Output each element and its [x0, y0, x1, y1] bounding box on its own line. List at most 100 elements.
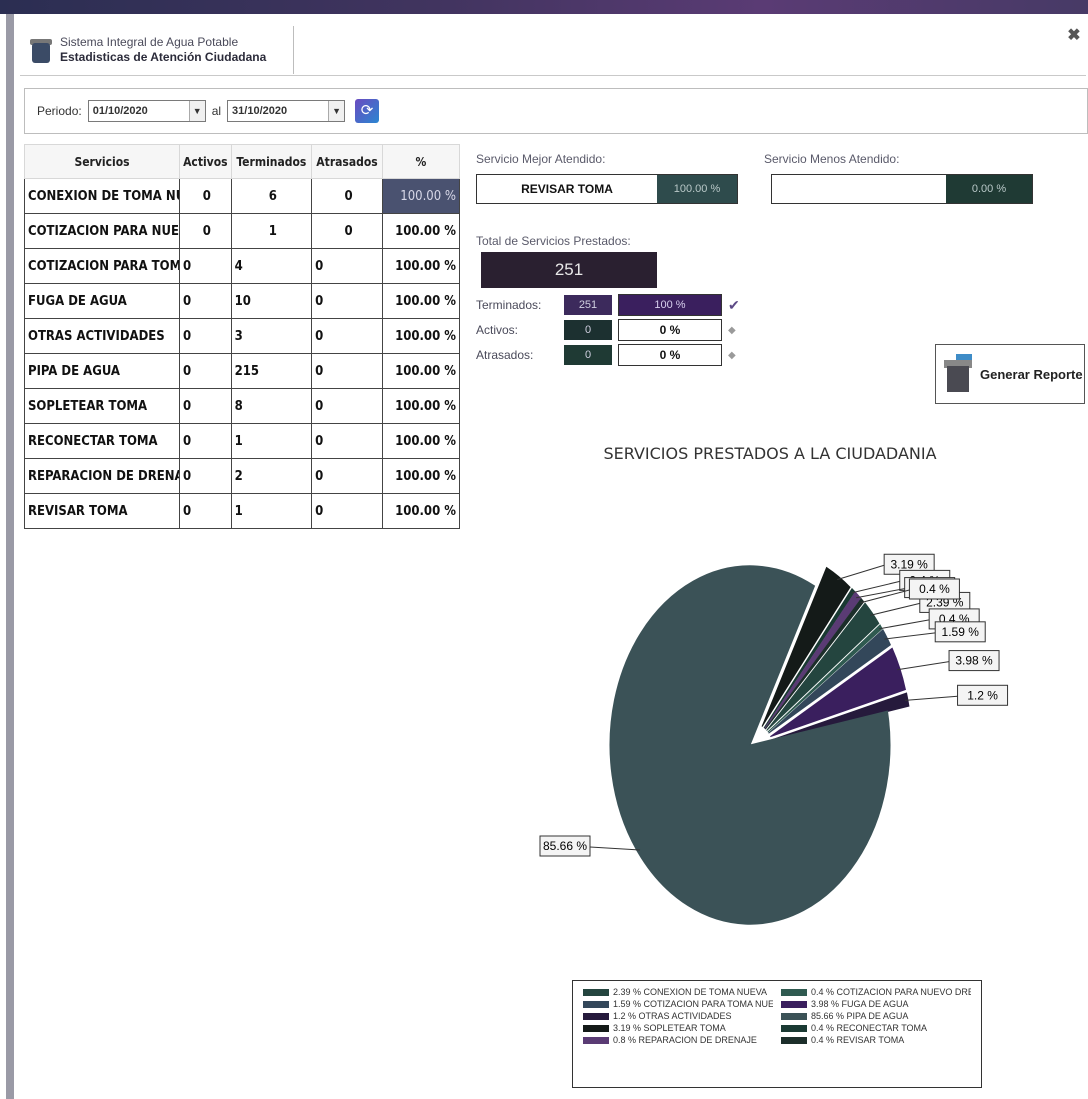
legend-label: 1.2 % OTRAS ACTIVIDADES	[613, 1011, 732, 1021]
table-row[interactable]: PIPA DE AGUA 0 215 0 100.00 %	[24, 353, 461, 389]
cell-terminados: 4	[230, 248, 313, 284]
column-header-pct[interactable]: %	[381, 144, 461, 179]
legend-item: 0.4 % COTIZACION PARA NUEVO DRENAJE	[781, 987, 971, 997]
cell-activos: 0	[179, 458, 232, 494]
cell-atrasados: 0	[311, 318, 383, 354]
legend-label: 3.19 % SOPLETEAR TOMA	[613, 1023, 726, 1033]
pie-label-leader	[870, 602, 920, 616]
legend-item: 3.98 % FUGA DE AGUA	[781, 999, 971, 1009]
legend-item: 85.66 % PIPA DE AGUA	[781, 1011, 971, 1021]
table-row[interactable]: COTIZACION PARA NUEVO DRENAJE 0 1 0 100.…	[24, 213, 461, 249]
cell-activos: 0	[179, 493, 232, 529]
cell-servicio: PIPA DE AGUA	[24, 353, 180, 389]
pie-data-label: 85.66 %	[543, 839, 587, 853]
cell-activos: 0	[179, 423, 232, 459]
pie-data-label: 3.98 %	[955, 654, 993, 668]
close-icon[interactable]: ✖	[1066, 28, 1082, 44]
table-row[interactable]: CONEXION DE TOMA NUEVA 0 6 0 100.00 %	[24, 178, 461, 214]
pie-data-label: 1.59 %	[942, 625, 980, 639]
best-service-box: REVISAR TOMA 100.00 %	[476, 174, 738, 204]
cell-servicio: COTIZACION PARA TOMA NUEVA	[24, 248, 180, 284]
table-row[interactable]: REPARACION DE DRENAJE 0 2 0 100.00 %	[24, 458, 461, 494]
cell-pct: 100.00 %	[381, 423, 461, 459]
cell-activos: 0	[179, 318, 232, 354]
cell-pct: 100.00 %	[381, 248, 461, 284]
table-row[interactable]: SOPLETEAR TOMA 0 8 0 100.00 %	[24, 388, 461, 424]
atrasados-pct: 0 %	[618, 344, 722, 366]
cell-atrasados: 0	[311, 423, 383, 459]
period-connector: al	[211, 104, 222, 118]
window-title-box: Sistema Integral de Agua Potable Estadis…	[24, 26, 294, 74]
table-row[interactable]: OTRAS ACTIVIDADES 0 3 0 100.00 %	[24, 318, 461, 354]
date-to-value: 31/10/2020	[232, 105, 288, 117]
cell-atrasados: 0	[311, 178, 383, 214]
worst-service-label: Servicio Menos Atendido:	[764, 152, 900, 166]
table-row[interactable]: COTIZACION PARA TOMA NUEVA 0 4 0 100.00 …	[24, 248, 461, 284]
legend-label: 0.4 % COTIZACION PARA NUEVO DRENAJE	[811, 987, 971, 997]
atrasados-label: Atrasados:	[476, 348, 534, 362]
cell-servicio: REVISAR TOMA	[24, 493, 180, 529]
services-table: Servicios Activos Terminados Atrasados %…	[24, 144, 461, 529]
cell-activos: 0	[179, 213, 232, 249]
cell-servicio: RECONECTAR TOMA	[24, 423, 180, 459]
water-tank-icon	[30, 35, 52, 65]
legend-label: 2.39 % CONEXION DE TOMA NUEVA	[613, 987, 768, 997]
refresh-icon[interactable]: ⟳	[355, 99, 380, 123]
window-titlebar: Sistema Integral de Agua Potable Estadis…	[20, 24, 1086, 76]
cell-servicio: CONEXION DE TOMA NUEVA	[24, 178, 180, 214]
column-header-servicios[interactable]: Servicios	[24, 144, 180, 179]
table-row[interactable]: RECONECTAR TOMA 0 1 0 100.00 %	[24, 423, 461, 459]
date-to-select[interactable]: 31/10/2020 ▼	[227, 100, 346, 122]
cell-atrasados: 0	[311, 283, 383, 319]
table-row[interactable]: REVISAR TOMA 0 1 0 100.00 %	[24, 493, 461, 529]
cell-activos: 0	[179, 283, 232, 319]
cell-activos: 0	[179, 353, 232, 389]
cell-atrasados: 0	[311, 213, 383, 249]
legend-swatch	[583, 1012, 609, 1020]
checkmark-icon: ✔	[728, 296, 740, 313]
legend-swatch	[781, 1036, 807, 1044]
period-label: Periodo:	[37, 104, 82, 118]
cell-atrasados: 0	[311, 458, 383, 494]
cell-terminados: 3	[230, 318, 313, 354]
column-header-terminados[interactable]: Terminados	[230, 144, 313, 179]
legend-label: 0.4 % REVISAR TOMA	[811, 1035, 905, 1045]
cell-terminados: 8	[230, 388, 313, 424]
date-from-select[interactable]: 01/10/2020 ▼	[87, 100, 206, 122]
table-header-row: Servicios Activos Terminados Atrasados %	[24, 144, 461, 179]
terminados-row: Terminados: 251 100 % ✔	[476, 294, 744, 316]
cell-terminados: 6	[230, 178, 313, 214]
cell-pct: 100.00 %	[381, 213, 461, 249]
total-services-value: 251	[481, 252, 657, 288]
legend-swatch	[781, 1000, 807, 1008]
generate-report-button[interactable]: Generar Reporte	[935, 344, 1085, 404]
pie-label-leader	[905, 695, 958, 701]
column-header-atrasados[interactable]: Atrasados	[311, 144, 383, 179]
best-service-name: REVISAR TOMA	[521, 182, 613, 196]
legend-item: 0.8 % REPARACION DE DRENAJE	[583, 1035, 773, 1045]
column-header-activos[interactable]: Activos	[179, 144, 232, 179]
cell-terminados: 1	[230, 423, 313, 459]
cell-pct: 100.00 %	[381, 388, 461, 424]
cell-activos: 0	[179, 178, 232, 214]
legend-swatch	[781, 1012, 807, 1020]
cell-pct: 100.00 %	[381, 178, 461, 214]
cell-atrasados: 0	[311, 388, 383, 424]
cell-atrasados: 0	[311, 353, 383, 389]
generate-report-label: Generar Reporte	[980, 366, 1083, 382]
legend-swatch	[583, 1024, 609, 1032]
cell-activos: 0	[179, 248, 232, 284]
chevron-down-icon[interactable]: ▼	[188, 101, 205, 121]
worst-service-pct: 0.00 %	[946, 175, 1032, 203]
legend-label: 85.66 % PIPA DE AGUA	[811, 1011, 909, 1021]
chevron-down-icon[interactable]: ▼	[328, 101, 345, 121]
table-row[interactable]: FUGA DE AGUA 0 10 0 100.00 %	[24, 283, 461, 319]
atrasados-row: Atrasados: 0 0 % ◆	[476, 344, 744, 366]
chart-title: SERVICIOS PRESTADOS A LA CIUDADANIA	[603, 444, 937, 463]
activos-pct: 0 %	[618, 319, 722, 341]
cell-servicio: FUGA DE AGUA	[24, 283, 180, 319]
terminados-label: Terminados:	[476, 298, 542, 312]
cell-atrasados: 0	[311, 248, 383, 284]
pie-label-leader	[837, 564, 885, 581]
legend-item: 0.4 % REVISAR TOMA	[781, 1035, 971, 1045]
